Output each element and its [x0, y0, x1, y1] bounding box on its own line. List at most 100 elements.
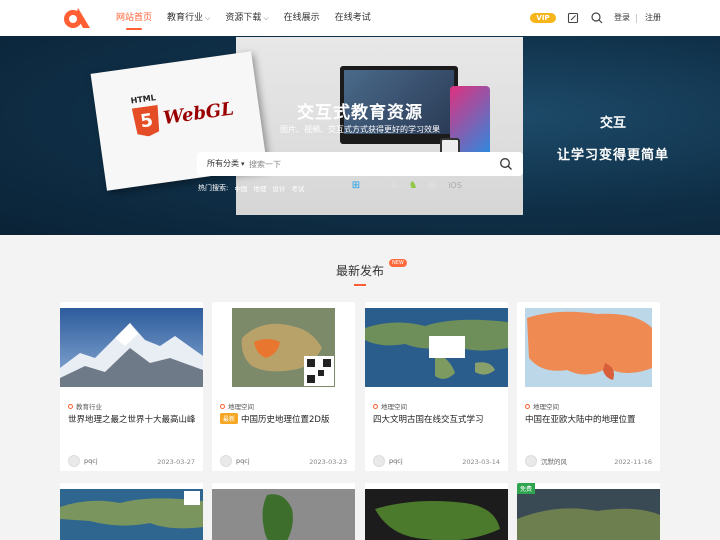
android-icon: ♞ [408, 180, 418, 191]
new-tag-badge: 最新 [220, 413, 239, 424]
avatar [68, 455, 80, 467]
category-label: 地理空间 [381, 403, 407, 411]
section-title: 最新发布 [335, 264, 384, 278]
hot-search-link[interactable]: 地理 [253, 183, 266, 193]
nav-downloads-label: 资源下载 [225, 13, 262, 23]
resource-card[interactable] [365, 483, 508, 540]
card-title[interactable]: 最新 中国历史地理位置2D版 [220, 413, 348, 425]
banner-title: 交互式教育资源 [297, 103, 423, 123]
card-title-text: 中国在亚欧大陆中的地理位置 [525, 415, 636, 425]
nav-home-label: 网站首页 [116, 13, 153, 23]
category-dot-icon [525, 403, 530, 409]
card-title[interactable]: 中国在亚欧大陆中的地理位置 [525, 413, 653, 425]
nav-education[interactable]: 教育行业 ⌵ [167, 0, 210, 36]
linux-icon: ♟ [389, 180, 399, 191]
resource-card[interactable]: 免费 [517, 483, 660, 540]
author-name: pqcj [236, 457, 250, 465]
card-title[interactable]: 四大文明古国在线交互式学习 [373, 413, 501, 425]
banner-slogan-2: 让学习变得更简单 [557, 148, 670, 163]
hot-search-label: 热门搜索: [198, 184, 229, 192]
card-author[interactable]: 沉默的风 [525, 455, 567, 467]
login-link[interactable]: 登录 [614, 0, 630, 36]
search-input[interactable] [249, 156, 489, 172]
avatar [373, 455, 385, 467]
resource-card[interactable]: 教育行业 世界地理之最之世界十大最高山峰 pqcj 2023-03-27 [60, 302, 203, 471]
category-label: 地理空间 [228, 403, 254, 411]
section-underline [354, 284, 366, 286]
card-date: 2023-03-27 [157, 458, 195, 466]
resource-card[interactable]: 地理空间 四大文明古国在线交互式学习 pqcj 2023-03-14 [365, 302, 508, 471]
banner-subtitle: 图片、视频、交互式方式获得更好的学习效果 [280, 125, 440, 134]
html5-logo-icon: 5 [132, 105, 162, 138]
ios-icon: iOS [448, 181, 462, 190]
category-dot-icon [220, 403, 225, 409]
card-category[interactable]: 地理空间 [220, 401, 254, 411]
nav-education-label: 教育行业 [167, 13, 204, 23]
windows-icon: ⊞ [351, 180, 361, 191]
card-thumbnail-eurasia-map[interactable] [517, 308, 660, 387]
card-title[interactable]: 世界地理之最之世界十大最高山峰 [68, 413, 196, 425]
hot-search-link[interactable]: 设计 [272, 183, 285, 193]
resource-card[interactable]: 地理空间 最新 中国历史地理位置2D版 pqcj 2023-03-23 [212, 302, 355, 471]
vip-badge[interactable]: VIP [530, 13, 556, 23]
nav-online-display-label: 在线展示 [283, 13, 320, 23]
card-category[interactable]: 地理空间 [373, 401, 407, 411]
search-category-select[interactable]: 所有分类 ▾ [207, 152, 245, 176]
card-thumbnail-guangdong-map[interactable] [365, 489, 508, 540]
hot-search-link[interactable]: 中国 [234, 183, 247, 193]
edit-icon[interactable] [566, 11, 580, 25]
card-thumbnail-world-map[interactable] [60, 489, 203, 540]
x-icon: ✕ [370, 180, 380, 191]
card-title-text: 中国历史地理位置2D版 [241, 415, 330, 425]
free-badge: 免费 [517, 483, 536, 494]
card-title-text: 四大文明古国在线交互式学习 [373, 415, 484, 425]
card-category[interactable]: 地理空间 [525, 401, 559, 411]
nav-home[interactable]: 网站首页 [116, 0, 152, 36]
site-logo-icon[interactable] [62, 6, 92, 30]
card-title-text: 世界地理之最之世界十大最高山峰 [68, 415, 196, 425]
main-nav: 网站首页 教育行业 ⌵ 资源下载 ⌵ 在线展示 在线考试 [116, 0, 386, 36]
nav-online-exam[interactable]: 在线考试 [335, 0, 371, 36]
webgl-logo: WebGL [162, 98, 236, 130]
chevron-down-icon: ⌵ [205, 14, 211, 22]
nav-online-exam-label: 在线考试 [334, 13, 371, 23]
avatar [525, 455, 537, 467]
card-author[interactable]: pqcj [373, 455, 403, 467]
search-submit-icon[interactable] [499, 157, 513, 171]
search-category-label: 所有分类 [207, 159, 239, 168]
search-icon[interactable] [590, 11, 604, 25]
resource-card[interactable] [212, 483, 355, 540]
card-author[interactable]: pqcj [68, 455, 98, 467]
card-thumbnail-taiwan-map[interactable] [212, 489, 355, 540]
card-thumbnail-world-map[interactable] [365, 308, 508, 387]
author-name: pqcj [84, 457, 98, 465]
nav-downloads[interactable]: 资源下载 ⌵ [225, 0, 268, 36]
html-label: HTML [130, 93, 157, 106]
card-thumbnail-mountain[interactable] [60, 308, 203, 387]
hot-searches: 热门搜索: 中国 地理 设计 考试 [198, 183, 304, 193]
platform-icons: ⊞ ✕ ♟ ♞ ● iOS [350, 180, 465, 192]
card-thumbnail-china-map[interactable] [212, 308, 355, 387]
new-badge: NEW [389, 259, 407, 267]
resource-card[interactable] [60, 483, 203, 540]
category-dot-icon [68, 403, 73, 409]
card-date: 2023-03-23 [309, 458, 347, 466]
card-thumbnail-3d-terrain[interactable] [517, 489, 660, 540]
hero-banner: HTML 5 WebGL 交互式教育资源 图片、视频、交互式方式获得更好的学习效… [0, 36, 720, 235]
resource-card[interactable]: 地理空间 中国在亚欧大陆中的地理位置 沉默的风 2022-11-16 [517, 302, 660, 471]
top-header: 网站首页 教育行业 ⌵ 资源下载 ⌵ 在线展示 在线考试 VIP 登录 注册 [0, 0, 720, 36]
nav-online-display[interactable]: 在线展示 [284, 0, 320, 36]
hot-search-link[interactable]: 考试 [291, 183, 304, 193]
card-date: 2022-11-16 [614, 458, 652, 466]
category-dot-icon [373, 403, 378, 409]
apple-icon: ● [427, 180, 437, 191]
card-date: 2023-03-14 [462, 458, 500, 466]
card-author[interactable]: pqcj [220, 455, 250, 467]
chevron-down-icon: ▾ [241, 160, 245, 168]
header-divider [636, 14, 637, 23]
search-bar: 所有分类 ▾ [197, 152, 523, 176]
card-category[interactable]: 教育行业 [68, 401, 102, 411]
category-label: 地理空间 [533, 403, 559, 411]
register-link[interactable]: 注册 [645, 0, 661, 36]
banner-slogan-1: 交互 [600, 116, 627, 131]
